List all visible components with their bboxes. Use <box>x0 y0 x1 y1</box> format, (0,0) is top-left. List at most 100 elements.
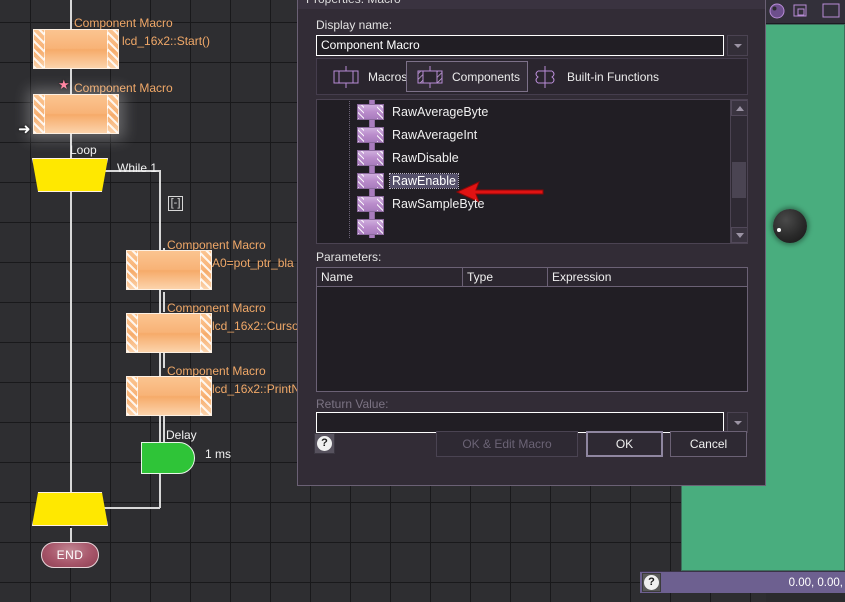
component-block-icon <box>414 66 446 88</box>
component-toolbar[interactable] <box>766 0 845 24</box>
cancel-button[interactable]: Cancel <box>670 431 747 457</box>
tab-components-label: Components <box>452 70 520 84</box>
connector <box>100 507 160 509</box>
flowchart-node-loop-end[interactable] <box>32 492 108 526</box>
column-header-type[interactable]: Type <box>463 268 548 287</box>
frame-tool-icon[interactable] <box>820 2 842 21</box>
list-item-label: RawSampleByte <box>390 197 486 211</box>
component-function-list[interactable]: RawAverageByte RawAverageInt <box>316 99 748 244</box>
flowchart-node-loop[interactable] <box>32 158 108 192</box>
node-annotation: lcd_16x2::Curso <box>212 319 299 333</box>
triangle-up-icon <box>736 106 744 111</box>
flowchart-node-delay[interactable] <box>141 442 195 474</box>
collapse-toggle[interactable]: [-] <box>168 196 183 211</box>
tab-macros-label: Macros <box>368 70 407 84</box>
execution-pointer-icon: ➜ <box>18 122 31 137</box>
list-item-label: RawAverageInt <box>390 128 479 142</box>
column-header-expression[interactable]: Expression <box>548 268 747 287</box>
list-item-partial[interactable] <box>317 215 729 238</box>
help-glyph: ? <box>644 575 659 590</box>
hatch-decoration <box>200 251 211 289</box>
chevron-down-icon <box>734 44 742 48</box>
node-annotation: While 1 <box>117 161 157 175</box>
coordinates-readout: 0.00, 0.00, <box>789 577 843 589</box>
table-header-row: Name Type Expression <box>317 268 747 287</box>
help-button[interactable]: ? <box>314 433 335 454</box>
tab-macros[interactable]: Macros <box>323 61 414 92</box>
node-annotation: 1 ms <box>205 447 231 461</box>
flowchart-node-end[interactable]: END <box>41 542 99 568</box>
source-tabs[interactable]: Macros <box>316 58 748 95</box>
list-item[interactable]: RawAverageInt <box>317 123 729 146</box>
flowchart-node-component-macro[interactable] <box>126 313 212 353</box>
help-icon: ? <box>317 436 332 451</box>
hatch-decoration <box>127 377 138 415</box>
hatch-decoration <box>127 251 138 289</box>
display-name-label: Display name: <box>316 18 392 32</box>
flowchart-node-component-macro[interactable] <box>126 376 212 416</box>
ok-and-edit-macro-button[interactable]: OK & Edit Macro <box>436 431 578 457</box>
scroll-down-button[interactable] <box>731 227 748 243</box>
hatch-decoration <box>107 95 118 133</box>
hatch-decoration <box>200 314 211 352</box>
list-item[interactable]: RawDisable <box>317 146 729 169</box>
macro-item-icon <box>357 150 384 166</box>
status-bar: ? 0.00, 0.00, <box>640 571 845 593</box>
connector <box>70 192 72 496</box>
flowchart-node-component-macro[interactable] <box>126 250 212 290</box>
macro-item-icon <box>357 127 384 143</box>
list-scrollbar[interactable] <box>730 100 747 243</box>
knob-indicator-dot <box>777 228 781 232</box>
dialog-body: Display name: Component Macro <box>298 9 765 485</box>
app-window: Component Macro lcd_16x2::Start() ★ Comp… <box>0 0 845 602</box>
tab-components[interactable]: Components <box>406 61 528 92</box>
tab-builtin-label: Built-in Functions <box>567 70 659 84</box>
connector <box>70 133 72 158</box>
select-tool-icon[interactable] <box>792 2 814 21</box>
list-item[interactable]: RawAverageByte <box>317 100 729 123</box>
hatch-decoration <box>127 314 138 352</box>
node-annotation: lcd_16x2::Start() <box>122 34 210 48</box>
macro-item-icon <box>357 196 384 212</box>
macro-block-icon <box>330 66 362 88</box>
node-annotation: A0=pot_ptr_bla <box>212 256 294 270</box>
display-name-input[interactable]: Component Macro <box>316 35 724 56</box>
tab-builtin-functions[interactable]: Built-in Functions <box>522 61 666 92</box>
hatch-decoration <box>200 377 211 415</box>
sphere-tool-icon[interactable] <box>768 2 787 21</box>
scrollbar-thumb[interactable] <box>732 162 746 198</box>
display-name-dropdown-button[interactable] <box>727 35 748 56</box>
rotary-knob-control[interactable] <box>773 209 807 243</box>
return-value-input[interactable] <box>316 412 724 433</box>
display-name-combo[interactable]: Component Macro <box>316 35 748 56</box>
return-value-combo[interactable] <box>316 412 748 433</box>
column-header-name[interactable]: Name <box>317 268 463 287</box>
list-item-label: RawEnable <box>390 174 458 188</box>
macro-properties-dialog[interactable]: Properties: Macro Display name: Componen… <box>297 0 766 486</box>
connector <box>70 0 72 29</box>
return-value-label: Return Value: <box>316 397 389 411</box>
flowchart-node-component-macro[interactable] <box>33 29 119 69</box>
tree-rows: RawAverageByte RawAverageInt <box>317 99 729 238</box>
scroll-up-button[interactable] <box>731 100 748 116</box>
parameters-table[interactable]: Name Type Expression <box>316 267 748 392</box>
hatch-decoration <box>34 30 45 68</box>
list-item-label: RawAverageByte <box>390 105 490 119</box>
node-annotation: lcd_16x2::PrintN <box>212 382 300 396</box>
node-title: Component Macro <box>74 81 173 95</box>
macro-item-icon <box>357 104 384 120</box>
return-value-dropdown-button[interactable] <box>727 412 748 433</box>
function-block-icon <box>529 66 561 88</box>
parameters-label: Parameters: <box>316 250 381 264</box>
ok-button[interactable]: OK <box>586 431 663 457</box>
node-title: Delay <box>166 428 197 442</box>
triangle-down-icon <box>736 233 744 238</box>
connector <box>70 68 72 94</box>
hatch-decoration <box>107 30 118 68</box>
help-icon[interactable]: ? <box>642 573 661 592</box>
chevron-down-icon <box>734 421 742 425</box>
dialog-title: Properties: Macro <box>298 0 765 9</box>
breakpoint-star-icon: ★ <box>58 78 70 91</box>
macro-item-icon <box>357 173 384 189</box>
flowchart-node-component-macro-selected[interactable] <box>33 94 119 134</box>
